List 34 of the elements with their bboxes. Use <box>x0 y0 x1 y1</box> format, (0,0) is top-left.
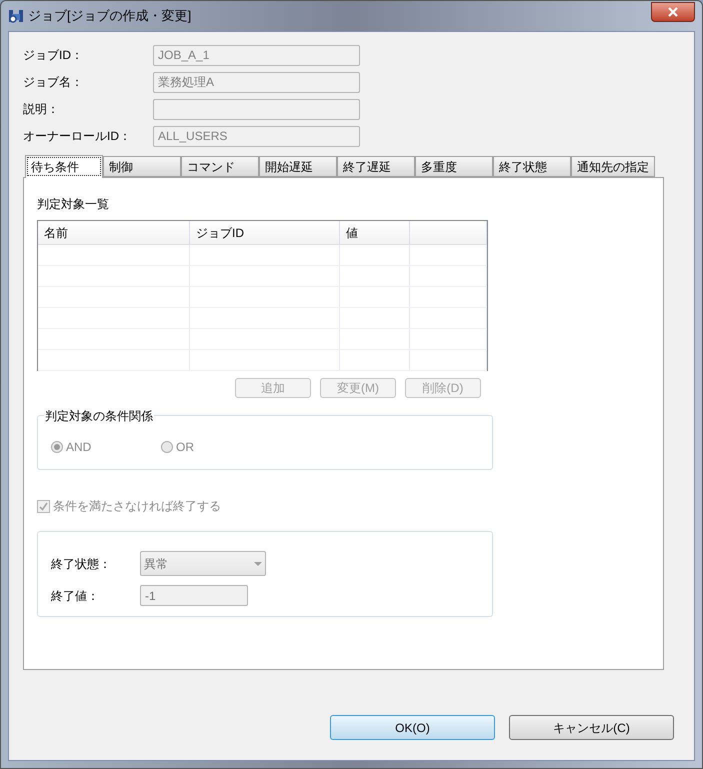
tab[interactable]: 待ち条件 <box>25 155 103 178</box>
window-title: ジョブ[ジョブの作成・変更] <box>28 7 192 26</box>
field-label: 終了状態： <box>51 556 112 572</box>
dialog-button[interactable]: OK(O) <box>330 715 495 740</box>
text-field[interactable]: -1 <box>140 585 248 606</box>
column-header[interactable]: 名前 <box>44 224 68 242</box>
tab[interactable]: 終了遅延 <box>337 156 415 177</box>
checkbox-label: 条件を満たさなければ終了する <box>53 498 221 515</box>
radio-label: OR <box>176 439 194 456</box>
radio-label: AND <box>66 439 92 456</box>
tab[interactable]: 通知先の指定 <box>571 156 655 177</box>
tab[interactable]: コマンド <box>181 156 259 177</box>
field-label: 説明： <box>23 101 60 118</box>
tab[interactable]: 開始遅延 <box>259 156 337 177</box>
tab[interactable]: 終了状態 <box>493 156 571 177</box>
dropdown-value: 異常 <box>144 556 168 572</box>
section-title: 判定対象一覧 <box>37 197 109 211</box>
dropdown[interactable]: 異常 <box>140 551 266 576</box>
close-button[interactable] <box>651 2 695 22</box>
tab[interactable]: 多重度 <box>415 156 493 177</box>
text-field[interactable] <box>153 98 360 120</box>
group-title: 判定対象の条件関係 <box>44 407 154 425</box>
column-header[interactable]: 値 <box>346 224 358 242</box>
close-icon <box>668 7 678 17</box>
tab[interactable]: 制御 <box>103 156 181 177</box>
dialog-button[interactable]: キャンセル(C) <box>509 715 674 740</box>
field-label: ジョブ名： <box>23 74 84 91</box>
app-icon <box>8 8 24 24</box>
field-label: ジョブID： <box>23 47 84 64</box>
check-icon <box>39 502 48 510</box>
column-header[interactable]: ジョブID <box>196 224 244 242</box>
dropdown-arrow-icon <box>254 562 262 566</box>
field-label: オーナーロールID： <box>23 128 132 145</box>
field-label: 終了値： <box>51 588 100 604</box>
